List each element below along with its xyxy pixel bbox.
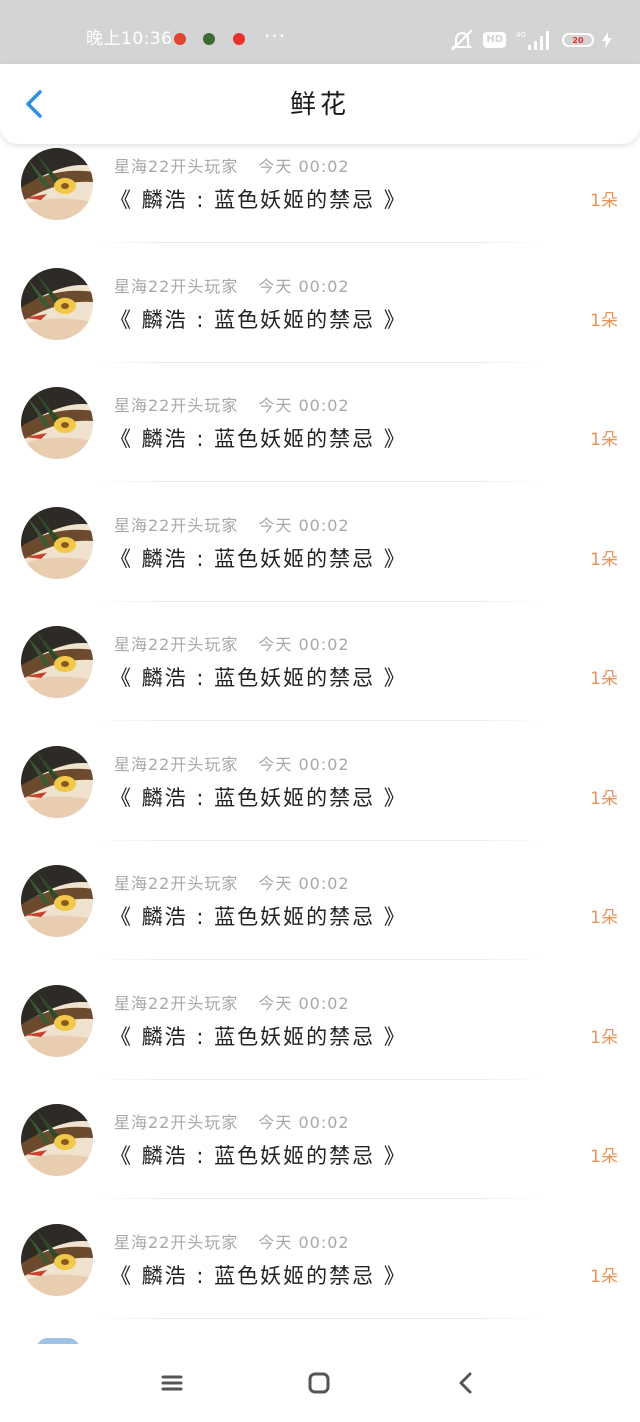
item-meta: 星海22开头玩家 今天 00:02 (114, 277, 350, 297)
avatar[interactable] (21, 626, 93, 698)
item-username: 星海22开头玩家 (114, 396, 239, 415)
nav-menu-button[interactable] (157, 1368, 187, 1398)
page-title: 鲜花 (289, 90, 350, 120)
list-item[interactable]: 星海22开头玩家 今天 00:02 《 麟浩 : 蓝色妖姬的禁忌 》 1朵 (0, 1080, 640, 1199)
item-time: 今天 00:02 (258, 874, 350, 893)
item-time: 今天 00:02 (258, 755, 350, 774)
item-flower-count: 1朵 (590, 1267, 618, 1287)
item-flower-count: 1朵 (590, 669, 618, 689)
avatar[interactable] (21, 387, 93, 459)
item-book-title: 《 麟浩 : 蓝色妖姬的禁忌 》 (110, 547, 407, 571)
item-meta: 星海22开头玩家 今天 00:02 (114, 874, 350, 894)
avatar-image (21, 148, 93, 220)
item-meta: 星海22开头玩家 今天 00:02 (114, 157, 350, 177)
item-flower-count: 1朵 (590, 908, 618, 928)
row-divider (94, 1198, 544, 1199)
item-time: 今天 00:02 (258, 396, 350, 415)
item-book-title: 《 麟浩 : 蓝色妖姬的禁忌 》 (110, 905, 407, 929)
item-meta: 星海22开头玩家 今天 00:02 (114, 994, 350, 1014)
avatar[interactable] (21, 985, 93, 1057)
nav-back-button[interactable] (451, 1368, 481, 1398)
item-book-title: 《 麟浩 : 蓝色妖姬的禁忌 》 (110, 1264, 407, 1288)
item-username: 星海22开头玩家 (114, 277, 239, 296)
avatar-image (21, 746, 93, 818)
row-divider (94, 959, 544, 960)
item-book-title: 《 麟浩 : 蓝色妖姬的禁忌 》 (110, 188, 407, 212)
nav-home-button[interactable] (304, 1368, 334, 1398)
item-flower-count: 1朵 (590, 1147, 618, 1167)
list-item[interactable]: 星海22开头玩家 今天 00:02 《 麟浩 : 蓝色妖姬的禁忌 》 1朵 (0, 841, 640, 960)
item-book-title: 《 麟浩 : 蓝色妖姬的禁忌 》 (110, 308, 407, 332)
avatar-image (21, 626, 93, 698)
item-time: 今天 00:02 (258, 277, 350, 296)
nav-bar (0, 1344, 640, 1422)
item-time: 今天 00:02 (258, 1113, 350, 1132)
item-time: 今天 00:02 (258, 635, 350, 654)
list-item[interactable]: 星海22开头玩家 今天 00:02 《 麟浩 : 蓝色妖姬的禁忌 》 1朵 (0, 602, 640, 721)
avatar[interactable] (21, 507, 93, 579)
flower-list[interactable]: 星海22开头玩家 今天 00:02 《 麟浩 : 蓝色妖姬的禁忌 》 1朵 星海2… (0, 0, 640, 1344)
avatar-image (21, 268, 93, 340)
item-username: 星海22开头玩家 (114, 755, 239, 774)
item-book-title: 《 麟浩 : 蓝色妖姬的禁忌 》 (110, 1144, 407, 1168)
item-meta: 星海22开头玩家 今天 00:02 (114, 396, 350, 416)
avatar-image (21, 865, 93, 937)
item-flower-count: 1朵 (590, 789, 618, 809)
avatar-image (21, 387, 93, 459)
list-item[interactable]: 星海22开头玩家 今天 00:02 《 麟浩 : 蓝色妖姬的禁忌 》 1朵 (0, 483, 640, 602)
item-flower-count: 1朵 (590, 1028, 618, 1048)
item-flower-count: 1朵 (590, 311, 618, 331)
item-username: 星海22开头玩家 (114, 157, 239, 176)
item-book-title: 《 麟浩 : 蓝色妖姬的禁忌 》 (110, 786, 407, 810)
avatar[interactable] (21, 1224, 93, 1296)
avatar[interactable] (21, 1104, 93, 1176)
list-item[interactable]: 星海22开头玩家 今天 00:02 《 麟浩 : 蓝色妖姬的禁忌 》 1朵 (0, 961, 640, 1080)
item-book-title: 《 麟浩 : 蓝色妖姬的禁忌 》 (110, 1025, 407, 1049)
row-divider (94, 481, 544, 482)
header: 鲜花 (0, 64, 640, 144)
avatar[interactable] (21, 865, 93, 937)
list-item[interactable]: 星海22开头玩家 今天 00:02 《 麟浩 : 蓝色妖姬的禁忌 》 1朵 (0, 363, 640, 482)
item-time: 今天 00:02 (258, 994, 350, 1013)
item-username: 星海22开头玩家 (114, 1113, 239, 1132)
item-username: 星海22开头玩家 (114, 994, 239, 1013)
item-meta: 星海22开头玩家 今天 00:02 (114, 516, 350, 536)
row-divider (94, 242, 544, 243)
avatar[interactable] (21, 746, 93, 818)
item-time: 今天 00:02 (258, 157, 350, 176)
list-item[interactable]: 星海22开头玩家 今天 00:02 《 麟浩 : 蓝色妖姬的禁忌 》 1朵 (0, 1200, 640, 1319)
item-username: 星海22开头玩家 (114, 1233, 239, 1252)
item-time: 今天 00:02 (258, 1233, 350, 1252)
list-item[interactable]: 星海22开头玩家 今天 00:02 《 麟浩 : 蓝色妖姬的禁忌 》 1朵 (0, 722, 640, 841)
item-flower-count: 1朵 (590, 191, 618, 211)
back-icon (459, 1372, 472, 1394)
item-time: 今天 00:02 (258, 516, 350, 535)
menu-icon (161, 1375, 183, 1391)
row-divider (94, 1318, 544, 1319)
avatar-image (21, 1224, 93, 1296)
row-divider (94, 720, 544, 721)
avatar-image (21, 507, 93, 579)
item-meta: 星海22开头玩家 今天 00:02 (114, 635, 350, 655)
item-flower-count: 1朵 (590, 550, 618, 570)
home-icon (308, 1372, 330, 1394)
item-book-title: 《 麟浩 : 蓝色妖姬的禁忌 》 (110, 427, 407, 451)
item-book-title: 《 麟浩 : 蓝色妖姬的禁忌 》 (110, 666, 407, 690)
item-username: 星海22开头玩家 (114, 516, 239, 535)
list-item[interactable]: 星海22开头玩家 今天 00:02 《 麟浩 : 蓝色妖姬的禁忌 》 1朵 (0, 244, 640, 363)
item-meta: 星海22开头玩家 今天 00:02 (114, 1233, 350, 1253)
item-username: 星海22开头玩家 (114, 635, 239, 654)
avatar[interactable] (21, 148, 93, 220)
item-username: 星海22开头玩家 (114, 874, 239, 893)
item-meta: 星海22开头玩家 今天 00:02 (114, 1113, 350, 1133)
avatar-image (21, 1104, 93, 1176)
item-meta: 星海22开头玩家 今天 00:02 (114, 755, 350, 775)
avatar[interactable] (21, 268, 93, 340)
avatar-image (21, 985, 93, 1057)
item-flower-count: 1朵 (590, 430, 618, 450)
